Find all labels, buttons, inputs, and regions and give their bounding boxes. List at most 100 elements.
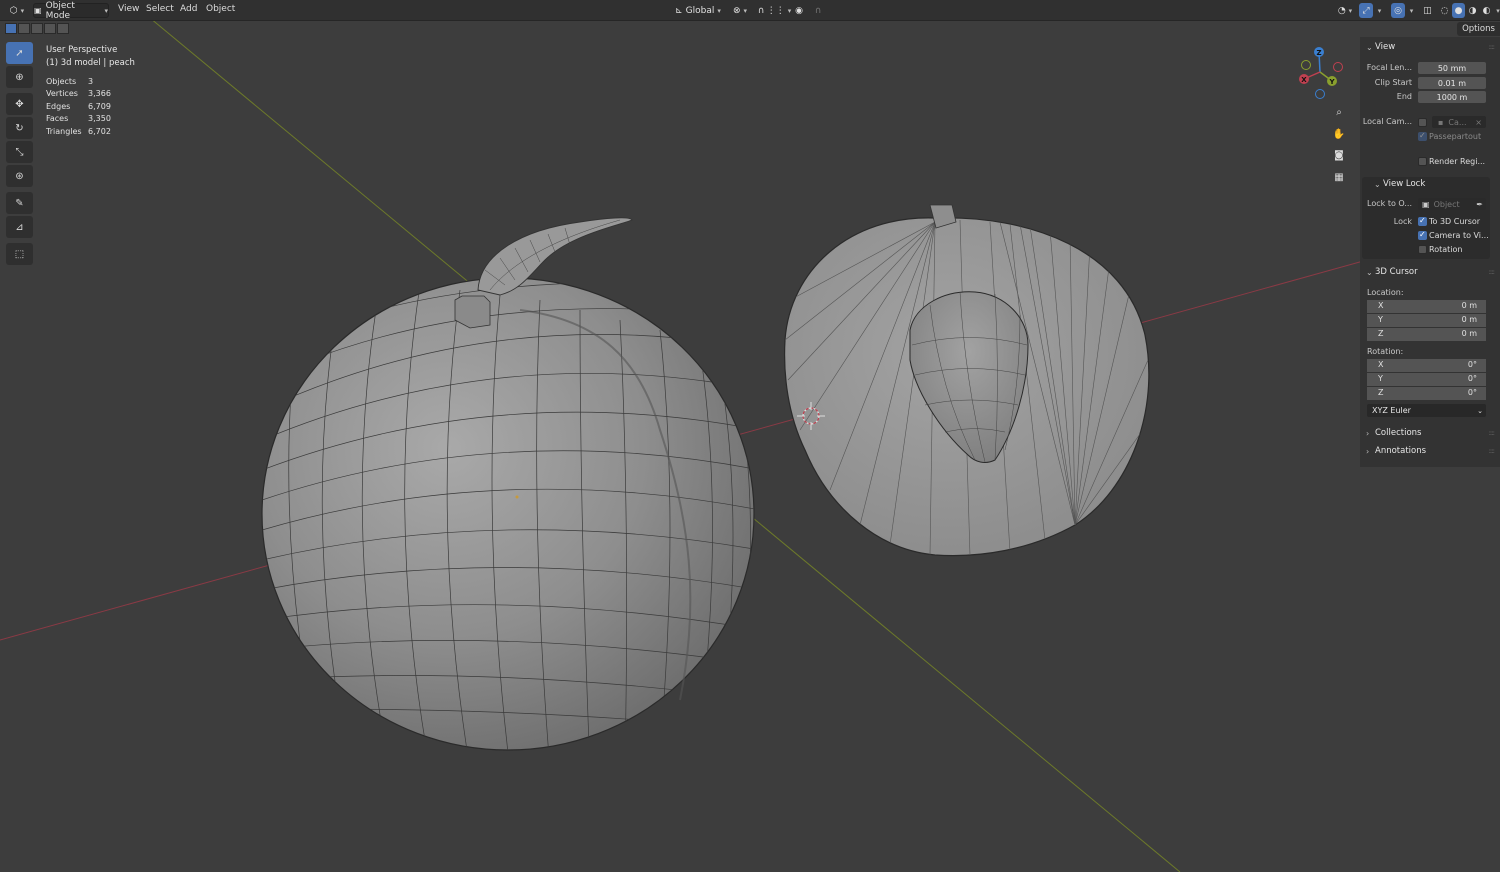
lock-rotation-checkbox[interactable] bbox=[1418, 245, 1427, 254]
shading-solid[interactable]: ● bbox=[1452, 3, 1465, 18]
magnet-icon: ∩ bbox=[757, 5, 765, 16]
clip-end-label: End bbox=[1396, 92, 1412, 101]
lock-label: Lock bbox=[1393, 217, 1412, 226]
camera-view-button[interactable]: ◙ bbox=[1329, 146, 1349, 164]
object-visibility-dropdown[interactable]: ◔ ▾ bbox=[1334, 3, 1356, 18]
tool-select-box[interactable]: ➚ bbox=[6, 42, 33, 64]
menu-add[interactable]: Add bbox=[180, 4, 197, 14]
tool-measure[interactable]: ⊿ bbox=[6, 216, 33, 238]
mode-label: Object Mode bbox=[45, 0, 75, 21]
falloff-dropdown[interactable]: ∩ bbox=[808, 3, 828, 18]
select-extend-icon[interactable] bbox=[18, 23, 30, 34]
tool-annotate[interactable]: ✎ bbox=[6, 192, 33, 214]
drag-grip-icon[interactable]: :::: bbox=[1489, 429, 1496, 437]
proportional-edit-toggle[interactable]: ◉ bbox=[793, 3, 805, 18]
move-arrows-icon: ✥ bbox=[15, 98, 24, 110]
transform-orientation-dropdown[interactable]: ⊾ Global ▾ bbox=[672, 3, 724, 18]
cursor-location-z[interactable]: Z0 m bbox=[1367, 328, 1486, 341]
drag-grip-icon[interactable]: :::: bbox=[1489, 447, 1496, 455]
scale-icon: ⤡ bbox=[15, 146, 24, 158]
rotation-mode-dropdown[interactable]: XYZ Euler ⌄ bbox=[1367, 404, 1486, 417]
focal-length-field[interactable]: 50 mm bbox=[1418, 62, 1486, 74]
peach-whole-mesh[interactable] bbox=[261, 217, 760, 770]
3d-cursor-section-header[interactable]: ⌄ 3D Cursor bbox=[1366, 267, 1418, 277]
gizmo-dropdown[interactable]: ▾ bbox=[1373, 3, 1383, 18]
tool-scale[interactable]: ⤡ bbox=[6, 141, 33, 163]
xray-toggle[interactable]: ◫ bbox=[1421, 3, 1434, 18]
lock-to-3d-cursor-checkbox[interactable] bbox=[1418, 216, 1427, 226]
menu-view[interactable]: View bbox=[118, 4, 139, 14]
cursor-rotation-y[interactable]: Y 0° bbox=[1367, 373, 1486, 386]
add-cube-icon: ⬚ bbox=[14, 248, 25, 260]
local-camera-field[interactable]: ▪ Ca... × bbox=[1432, 116, 1486, 128]
menu-object[interactable]: Object bbox=[206, 4, 235, 14]
passepartout-checkbox[interactable] bbox=[1418, 131, 1427, 141]
camera-to-view-checkbox[interactable] bbox=[1418, 230, 1427, 240]
cursor-location-x[interactable]: X0 m bbox=[1367, 300, 1486, 313]
shading-material[interactable]: ◑ bbox=[1466, 3, 1479, 18]
view-lock-header[interactable]: ⌄ View Lock bbox=[1374, 179, 1425, 189]
editor-type-button[interactable]: ⬡ ▾ bbox=[6, 3, 28, 18]
cursor-location-label: Location: bbox=[1367, 288, 1404, 297]
annotations-section-header[interactable]: › Annotations bbox=[1366, 446, 1426, 456]
local-camera-checkbox[interactable] bbox=[1418, 118, 1427, 127]
overlays-toggle[interactable]: ◎ bbox=[1391, 3, 1405, 18]
zoom-button[interactable]: ⌕ bbox=[1329, 103, 1349, 121]
chevron-down-icon: ⌄ bbox=[1477, 406, 1483, 415]
transform-icon: ⊛ bbox=[15, 170, 24, 182]
select-intersect-icon[interactable] bbox=[57, 23, 69, 34]
overlays-dropdown[interactable]: ▾ bbox=[1405, 3, 1415, 18]
drag-grip-icon[interactable]: :::: bbox=[1489, 43, 1496, 51]
gizmo-z-label: Z bbox=[1316, 49, 1321, 57]
camera-object-icon: ▪ bbox=[1438, 117, 1444, 127]
stat-row: Edges 6,709 bbox=[46, 101, 111, 111]
proportional-edit-icon: ◉ bbox=[795, 5, 803, 16]
chevron-down-icon: ⌄ bbox=[1374, 179, 1381, 189]
perspective-toggle-button[interactable]: ▦ bbox=[1329, 168, 1349, 186]
lock-to-object-field[interactable]: ▣ Object ✒ bbox=[1418, 198, 1486, 210]
drag-grip-icon[interactable]: :::: bbox=[1489, 268, 1496, 276]
cursor-rotation-x[interactable]: X 0° bbox=[1367, 359, 1486, 372]
collections-section-header[interactable]: › Collections bbox=[1366, 428, 1421, 438]
stat-row: Objects 3 bbox=[46, 77, 94, 86]
gizmo-toggle[interactable]: ⤢ bbox=[1359, 3, 1373, 18]
shading-dropdown[interactable]: ▾ bbox=[1493, 3, 1500, 18]
pan-button[interactable]: ✋ bbox=[1329, 125, 1349, 143]
clip-end-field[interactable]: 1000 m bbox=[1418, 91, 1486, 103]
clip-start-label: Clip Start bbox=[1374, 78, 1412, 87]
eye-icon: ◔ bbox=[1337, 5, 1346, 16]
stat-row: Faces 3,350 bbox=[46, 114, 111, 124]
cursor-rotation-z[interactable]: Z 0° bbox=[1367, 387, 1486, 400]
tool-transform[interactable]: ⊛ bbox=[6, 165, 33, 187]
pivot-point-dropdown[interactable]: ⊗ ▾ bbox=[730, 3, 750, 18]
scene-statistics: Objects 3 Vertices 3,366 Edges 6,709 Faces 3… bbox=[46, 76, 111, 138]
object-mode-icon: ▣ bbox=[34, 6, 42, 15]
snap-target-dropdown[interactable]: ⋮⋮ ▾ bbox=[767, 3, 792, 18]
camera-icon: ◙ bbox=[1334, 149, 1344, 161]
select-new-icon[interactable] bbox=[5, 23, 17, 34]
peach-half-mesh[interactable] bbox=[784, 204, 1150, 557]
render-region-checkbox[interactable] bbox=[1418, 157, 1427, 166]
mode-dropdown[interactable]: ▣ Object Mode ▾ bbox=[33, 0, 109, 21]
tool-rotate[interactable]: ↻ bbox=[6, 117, 33, 139]
view-section-header[interactable]: ⌄ View bbox=[1366, 42, 1395, 52]
shading-rendered[interactable]: ◐ bbox=[1480, 3, 1493, 18]
select-invert-icon[interactable] bbox=[44, 23, 56, 34]
cursor-location-y[interactable]: Y0 m bbox=[1367, 314, 1486, 327]
clip-start-field[interactable]: 0.01 m bbox=[1418, 77, 1486, 89]
shading-wireframe[interactable]: ◌ bbox=[1438, 3, 1451, 18]
solid-sphere-icon: ● bbox=[1454, 5, 1463, 16]
tool-add-cube[interactable]: ⬚ bbox=[6, 243, 33, 265]
navigation-gizmo[interactable]: X Z Y bbox=[1292, 44, 1348, 102]
clear-x-icon[interactable]: × bbox=[1475, 118, 1482, 127]
menu-select[interactable]: Select bbox=[146, 4, 174, 14]
options-button[interactable]: Options bbox=[1457, 22, 1500, 36]
tool-cursor[interactable]: ⊕ bbox=[6, 66, 33, 88]
crosshair-cursor-icon: ⊕ bbox=[15, 71, 24, 83]
eyedropper-icon[interactable]: ✒ bbox=[1476, 200, 1483, 209]
viewport[interactable] bbox=[0, 0, 1500, 872]
select-subtract-icon[interactable] bbox=[31, 23, 43, 34]
object-cube-icon: ▣ bbox=[1422, 199, 1430, 209]
tool-move[interactable]: ✥ bbox=[6, 93, 33, 115]
viewport-header: ⬡ ▾ ▣ Object Mode ▾ View Select Add Object… bbox=[0, 0, 1500, 21]
